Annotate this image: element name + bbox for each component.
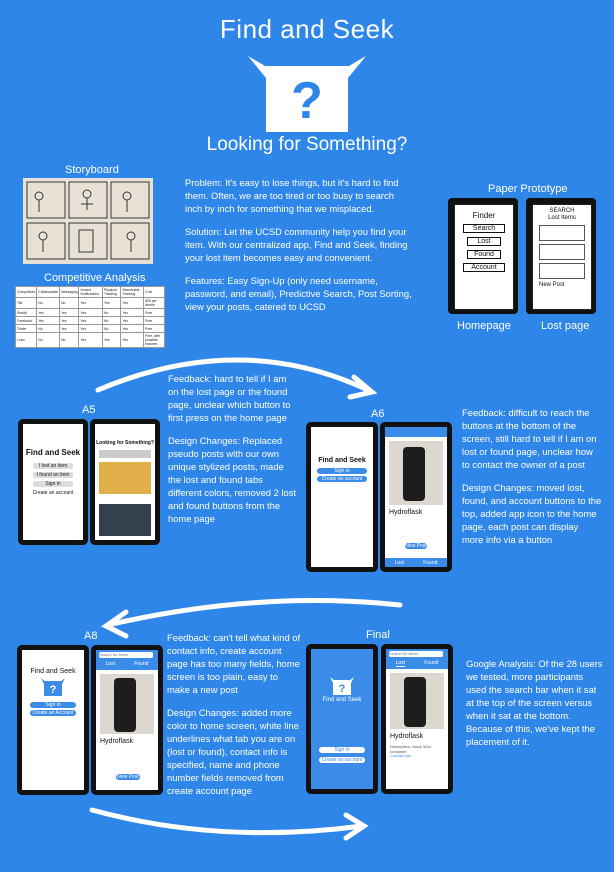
search-bar[interactable]: [385, 427, 447, 437]
a8-home-screen: Find and Seek ? Sign in Create an Accoun…: [22, 650, 84, 790]
a8-changes: Design Changes: added more color to home…: [167, 707, 299, 796]
post-title: Hydroflask: [389, 509, 423, 516]
final-home-screen: ? Find and Seek Sign in Create an accoun…: [311, 649, 373, 789]
new-post-button[interactable]: New Post: [116, 774, 140, 780]
search-input[interactable]: Search for items: [389, 651, 443, 657]
app-title: Find and Seek: [322, 697, 362, 703]
new-post-button[interactable]: New Post: [405, 543, 427, 549]
a5-home-screen: Find and Seek I lost an item I found an …: [23, 424, 83, 540]
a6-feed-phone: Hydroflask New Post Lost Found: [380, 422, 452, 572]
question-box-icon: ?: [41, 678, 65, 696]
tab-found[interactable]: Found: [134, 661, 148, 667]
a6-home-phone: Find and Seek Sign in Create an account: [306, 422, 378, 572]
tab-found[interactable]: Found: [423, 560, 437, 566]
svg-text:?: ?: [50, 684, 57, 696]
tab-row: Lost Found: [96, 661, 158, 667]
sign-in-button[interactable]: Sign in: [30, 702, 76, 708]
lost-item-button[interactable]: I lost an item: [33, 463, 73, 469]
google-analysis-text: Google Analysis: Of the 28 users we test…: [466, 658, 603, 747]
sign-in-button[interactable]: Sign in: [33, 481, 73, 487]
post-title: Hydroflask: [100, 738, 134, 745]
tab-bar: Lost Found: [385, 558, 447, 567]
found-item-button[interactable]: I found an item: [33, 472, 73, 478]
poster: Find and Seek ? Looking for Something? S…: [0, 0, 614, 872]
hydroflask-image: [114, 678, 136, 732]
a5-feed-screen: Looking for Something?: [95, 424, 155, 540]
top-bar: Search for items Lost Found: [386, 649, 448, 669]
tab-row: Lost Found: [386, 660, 448, 667]
app-title: Find and Seek: [30, 668, 76, 675]
a8-label: A8: [84, 630, 98, 642]
a6-notes: Feedback: difficult to reach the buttons…: [462, 406, 602, 556]
a8-notes: Feedback: can't tell what kind of contac…: [167, 631, 301, 807]
a8-feedback: Feedback: can't tell what kind of contac…: [167, 632, 301, 695]
a6-home-screen: Find and Seek Sign in Create an account: [311, 427, 373, 567]
tab-lost[interactable]: Lost: [395, 560, 404, 566]
post-title: Hydroflask: [390, 733, 424, 740]
a6-feedback: Feedback: difficult to reach the buttons…: [462, 407, 597, 470]
create-account-button[interactable]: Create an account: [317, 476, 367, 482]
svg-text:?: ?: [339, 683, 346, 695]
tab-lost[interactable]: Lost: [106, 661, 115, 667]
a8-feed-screen: Search for items Lost Found Hydroflask N…: [96, 650, 158, 790]
hydroflask-image: [403, 447, 425, 501]
a5-feed-phone: Looking for Something?: [90, 419, 160, 545]
hydroflask-image: [404, 677, 426, 727]
tab-lost[interactable]: Lost: [395, 660, 406, 667]
final-feed-screen: Search for items Lost Found Hydroflask D…: [386, 649, 448, 789]
feed-title: Looking for Something?: [96, 440, 154, 446]
a5-home-phone: Find and Seek I lost an item I found an …: [18, 419, 88, 545]
a8-feed-phone: Search for items Lost Found Hydroflask N…: [91, 645, 163, 795]
a6-changes: Design Changes: moved lost, found, and a…: [462, 482, 602, 545]
a5-label: A5: [82, 404, 96, 416]
post-image[interactable]: [99, 462, 151, 494]
a5-notes: Feedback: hard to tell if I am on the lo…: [168, 372, 298, 535]
sign-in-button[interactable]: Sign in: [319, 747, 365, 753]
a6-label: A6: [371, 408, 385, 420]
top-bar: Search for items Lost Found: [96, 650, 158, 670]
a5-feedback: Feedback: hard to tell if I am on the lo…: [168, 373, 291, 423]
app-title: Find and Seek: [318, 457, 366, 464]
create-account-button[interactable]: Create an account: [319, 757, 365, 763]
contact-info-link[interactable]: Contact info: [390, 753, 411, 758]
sign-in-button[interactable]: Sign in: [317, 468, 367, 474]
create-account-button[interactable]: Create an Account: [30, 710, 76, 716]
tab-found[interactable]: Found: [424, 660, 438, 667]
final-feed-phone: Search for items Lost Found Hydroflask D…: [381, 644, 453, 794]
post-header: [99, 450, 151, 458]
question-box-icon: ?: [330, 677, 354, 695]
final-home-phone: ? Find and Seek Sign in Create an accoun…: [306, 644, 378, 794]
final-label: Final: [366, 629, 390, 641]
a6-feed-screen: Hydroflask New Post Lost Found: [385, 427, 447, 567]
post-image[interactable]: [99, 504, 151, 536]
create-account-link[interactable]: Create an account: [23, 490, 83, 496]
a8-home-phone: Find and Seek ? Sign in Create an Accoun…: [17, 645, 89, 795]
search-input[interactable]: Search for items: [99, 652, 153, 658]
a5-changes: Design Changes: Replaced pseudo posts wi…: [168, 435, 297, 524]
app-title: Find and Seek: [25, 448, 81, 457]
